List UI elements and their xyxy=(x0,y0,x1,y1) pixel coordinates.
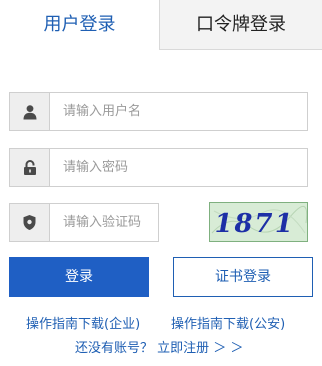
lock-icon xyxy=(10,149,50,186)
tab-token-login[interactable]: 口令牌登录 xyxy=(159,0,322,50)
register-link[interactable]: 还没有账号？ 立即注册 ＞ ＞ xyxy=(75,337,243,356)
password-field xyxy=(9,148,308,187)
cert-login-button[interactable]: 证书登录 xyxy=(173,257,313,297)
tab-user-login[interactable]: 用户登录 xyxy=(0,0,159,50)
login-tabs: 用户登录 口令牌登录 xyxy=(0,0,322,50)
login-button[interactable]: 登录 xyxy=(9,257,149,297)
captcha-code: 1871 xyxy=(211,208,297,239)
captcha-input[interactable] xyxy=(51,204,158,241)
user-icon xyxy=(10,93,50,130)
password-input[interactable] xyxy=(51,149,307,186)
shield-icon xyxy=(10,204,50,241)
username-input[interactable] xyxy=(51,93,307,130)
guide-download-public-link[interactable]: 操作指南下载(公安) xyxy=(171,313,285,332)
guide-download-enterprise-link[interactable]: 操作指南下载(企业) xyxy=(26,313,140,332)
captcha-field xyxy=(9,203,159,242)
username-field xyxy=(9,92,308,131)
captcha-image[interactable]: 1871 xyxy=(209,202,308,242)
